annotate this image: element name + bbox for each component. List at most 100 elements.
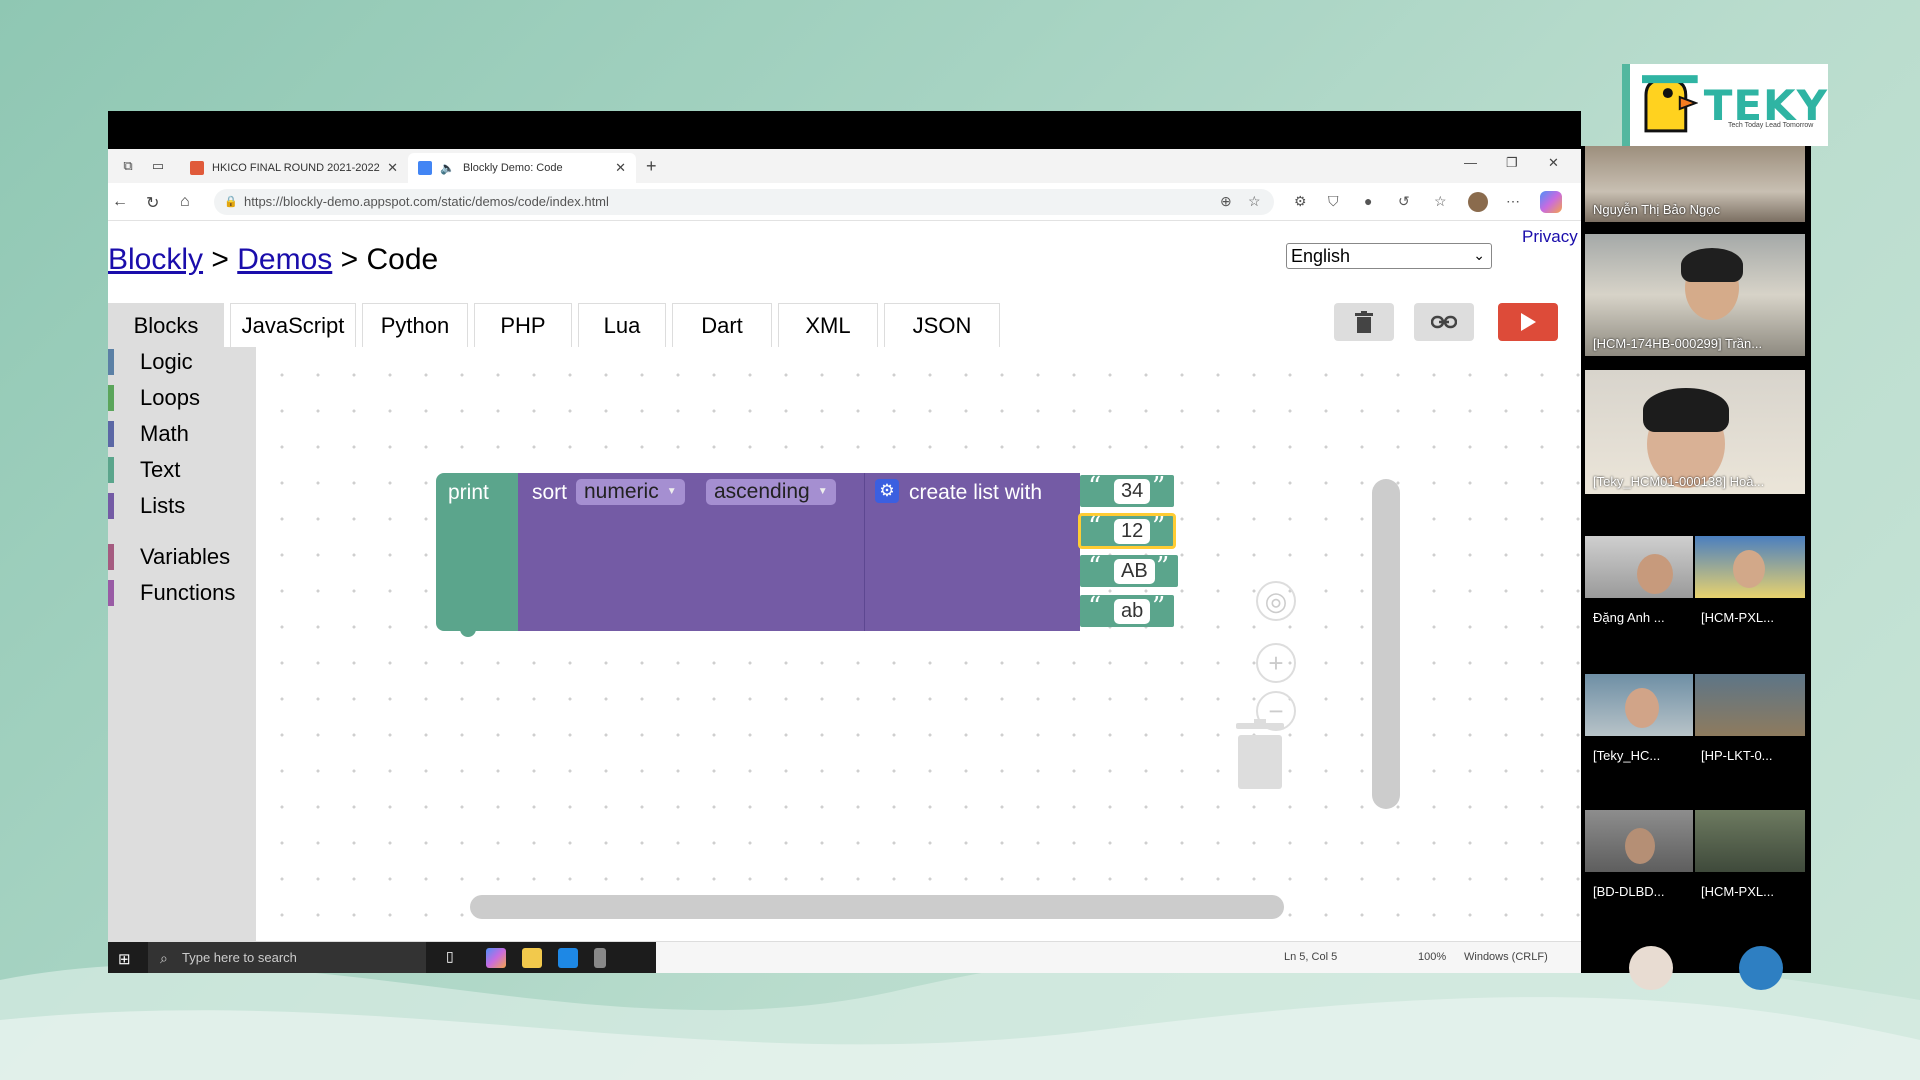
trash-button[interactable] [1334,303,1394,341]
tab-javascript[interactable]: JavaScript [230,303,356,347]
extension-icon[interactable]: ⚙ [1294,193,1307,210]
privacy-link[interactable]: Privacy [1522,227,1578,247]
zoom-in-icon[interactable]: + [1256,643,1296,683]
string-value[interactable]: ab [1114,599,1151,624]
sort-block[interactable]: sort numeric ▼ ascending ▼ [518,473,864,631]
new-tab-icon[interactable]: + [646,156,657,177]
home-icon[interactable]: ⌂ [180,193,190,211]
vertical-tabs-icon[interactable]: ▭ [148,156,168,176]
category-label: Text [140,457,181,482]
participant-video[interactable] [1585,810,1693,872]
favorite-star-icon[interactable]: ☆ [1248,193,1261,210]
close-window-icon[interactable]: ✕ [1548,155,1559,171]
run-button[interactable] [1498,303,1558,341]
page-title: Code [366,243,439,276]
participant-video[interactable] [1695,536,1805,598]
participant-name: [HCM-PXL... [1701,610,1774,625]
taskbar-search[interactable]: ⌕ Type here to search [148,942,426,973]
zoom-level: 100% [1418,951,1447,963]
minimize-icon[interactable]: — [1464,155,1477,170]
extension-icon[interactable]: ● [1364,193,1372,209]
tab-xml[interactable]: XML [778,303,878,347]
string-block[interactable]: “ ab ” [1080,592,1174,627]
blockly-workspace[interactable]: print sort numeric ▼ ascending ▼ ⚙ create … [256,347,1581,941]
participant-tile[interactable]: [Teky_HCM01-000138] Hoà... [1585,370,1805,494]
toolbox-category-lists[interactable]: Lists [108,491,256,521]
toolbox-category-logic[interactable]: Logic [108,347,256,377]
link-button[interactable] [1414,303,1474,341]
print-block[interactable]: print [436,473,518,637]
category-label: Logic [140,349,193,374]
breadcrumb-blockly-link[interactable]: Blockly [108,243,203,276]
participant-video[interactable] [1585,674,1693,736]
participant-video[interactable] [1695,674,1805,736]
zoom-icon[interactable]: ⊕ [1220,193,1232,210]
vertical-scrollbar[interactable] [1372,479,1400,809]
workspace-trash-icon[interactable] [1236,719,1284,789]
create-list-block[interactable]: ⚙ create list with [864,473,1080,631]
shield-icon[interactable]: ⛉ [1328,193,1339,210]
string-value[interactable]: 34 [1114,479,1151,504]
string-block[interactable]: “ 34 ” [1080,472,1174,507]
horizontal-scrollbar[interactable] [470,895,1284,919]
workspaces-icon[interactable]: ⧉ [118,156,138,176]
extension-icon[interactable]: ↺ [1398,193,1410,210]
category-label: Functions [140,580,236,605]
back-icon[interactable]: ← [112,193,128,211]
app-icon[interactable] [594,948,606,968]
string-block[interactable]: “ AB ” [1080,552,1178,587]
tab-php[interactable]: PHP [474,303,572,347]
close-icon[interactable]: ✕ [615,160,626,176]
copilot-taskbar-icon[interactable] [486,948,506,968]
avatar[interactable] [1629,946,1673,990]
language-select[interactable]: English ⌄ [1286,243,1492,269]
breadcrumb-demos-link[interactable]: Demos [237,243,332,276]
participant-video[interactable] [1585,536,1693,598]
restore-icon[interactable]: ❐ [1506,155,1518,171]
url-field[interactable]: 🔒 https://blockly-demo.appspot.com/stati… [214,189,1274,215]
more-menu-icon[interactable]: ⋯ [1506,193,1520,210]
profile-avatar[interactable] [1468,192,1488,212]
mail-icon[interactable] [558,948,578,968]
tab-blockly-demo[interactable]: 🔈 Blockly Demo: Code ✕ [408,153,636,183]
close-icon[interactable]: ✕ [387,160,398,176]
dropdown-arrow-icon: ▼ [666,486,677,498]
toolbox-category-functions[interactable]: Functions [108,578,256,608]
mutator-gear-icon[interactable]: ⚙ [875,479,899,503]
line-endings: Windows (CRLF) [1464,951,1548,963]
copilot-icon[interactable] [1540,191,1562,213]
category-label: Math [140,421,189,446]
blockly-page: Blockly > Demos > Code Privacy English ⌄… [108,221,1581,941]
task-view-icon[interactable]: ▯ [446,948,454,965]
language-selected: English [1291,246,1351,266]
toolbox-category-loops[interactable]: Loops [108,383,256,413]
tab-dart[interactable]: Dart [672,303,772,347]
file-explorer-icon[interactable] [522,948,542,968]
recenter-icon[interactable]: ◎ [1256,581,1296,621]
avatar[interactable] [1739,946,1783,990]
tab-json[interactable]: JSON [884,303,1000,347]
toolbox-category-text[interactable]: Text [108,455,256,485]
close-quote: ” [1152,472,1166,502]
string-block-selected[interactable]: “ 12 ” [1078,512,1176,549]
string-value[interactable]: AB [1114,559,1155,584]
tab-blocks[interactable]: Blocks [108,303,224,347]
toolbox-category-variables[interactable]: Variables [108,542,256,572]
tab-python[interactable]: Python [362,303,468,347]
tab-label: Blockly Demo: Code [462,162,563,174]
category-label: Variables [140,544,231,569]
participant-video[interactable] [1695,810,1805,872]
sort-order-dropdown[interactable]: ascending ▼ [706,479,836,505]
participant-tile[interactable]: [HCM-174HB-000299] Trần... [1585,234,1805,356]
toolbox-category-math[interactable]: Math [108,419,256,449]
refresh-icon[interactable]: ↻ [146,193,159,213]
favorites-icon[interactable]: ☆ [1434,193,1447,210]
speaker-icon[interactable]: 🔈 [440,161,455,175]
tab-hkico[interactable]: HKICO FINAL ROUND 2021-2022 ✕ [180,153,408,183]
participant-tile[interactable]: Nguyễn Thị Bảo Ngọc [1585,146,1805,222]
open-quote: “ [1088,592,1102,622]
string-value[interactable]: 12 [1114,519,1151,544]
tab-lua[interactable]: Lua [578,303,666,347]
windows-start-icon[interactable]: ⊞ [118,950,131,968]
sort-type-dropdown[interactable]: numeric ▼ [576,479,685,505]
